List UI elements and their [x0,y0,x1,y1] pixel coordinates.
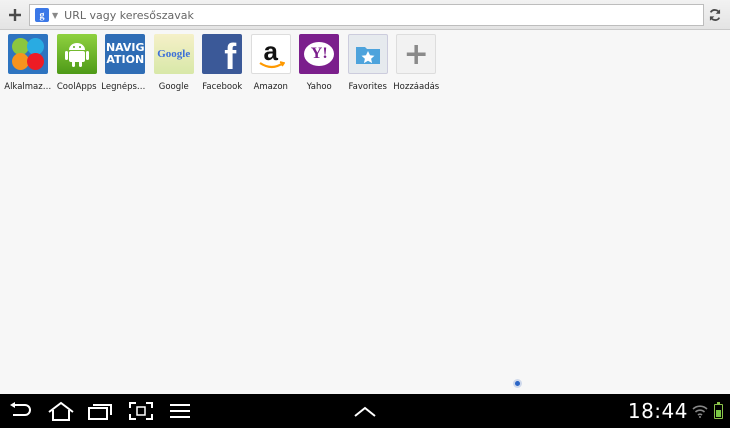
browser-toolbar: g ▼ [0,0,730,30]
speed-dial-label: Google [158,82,189,92]
system-navigation-bar: 18:44 [0,394,730,428]
chevron-down-icon[interactable]: ▼ [52,11,58,20]
add-icon: + [396,34,437,74]
favorites-star-icon [347,34,388,74]
speed-dial-label: Alkalmazá... [4,82,53,92]
speed-dial-label: Facebook [202,82,243,92]
speed-dial-apps[interactable]: Alkalmazá... [4,34,53,92]
back-icon[interactable] [6,400,34,422]
speed-dial-favorites[interactable]: Favorites [344,34,393,92]
facebook-logo-text: f [224,36,237,75]
wifi-icon [692,403,708,422]
speed-dial-label: Hozzáadás [393,82,440,92]
url-bar[interactable]: g ▼ [29,4,704,26]
navigation-icon-text: NAVIG ATION [105,41,145,66]
speed-dial-facebook[interactable]: f Facebook [198,34,247,92]
screenshot-icon[interactable] [128,400,154,422]
speed-dial-navigation[interactable]: NAVIG ATION Legnépsz... [101,34,150,92]
apps-flower-icon [8,34,49,74]
speed-dial-coolapps[interactable]: CoolApps [53,34,102,92]
battery-icon [714,402,723,419]
yahoo-logo-text: Y! [304,42,335,66]
speed-dial-label: Yahoo [306,82,332,92]
reload-icon[interactable] [704,4,726,26]
speed-dial: Alkalmazá... CoolApps NAVIG ATION Legnép… [4,34,441,92]
navigation-icon: NAVIG ATION [105,34,146,74]
android-icon [56,34,97,74]
speed-dial-amazon[interactable]: a Amazon [247,34,296,92]
status-clock: 18:44 [627,399,688,423]
google-icon: Google [153,34,194,74]
google-logo-text: Google [157,48,191,60]
menu-icon[interactable] [168,400,192,422]
speed-dial-add[interactable]: + Hozzáadás [392,34,441,92]
add-icon-glyph: + [403,36,429,72]
amazon-icon: a [250,34,291,74]
speed-dial-google[interactable]: Google Google [150,34,199,92]
speed-dial-label: Favorites [348,82,387,92]
home-icon[interactable] [46,400,76,422]
recent-apps-icon[interactable] [86,400,114,422]
facebook-icon: f [202,34,243,75]
speed-dial-label: CoolApps [56,82,97,92]
speed-dial-label: Legnépsz... [101,82,150,92]
page-indicator-dot[interactable] [513,379,522,388]
yahoo-icon: Y! [299,34,340,74]
chevron-up-icon[interactable] [352,400,378,422]
speed-dial-yahoo[interactable]: Y! Yahoo [295,34,344,92]
speed-dial-label: Amazon [253,82,288,92]
url-input[interactable] [64,6,685,24]
plus-icon[interactable] [4,4,26,26]
google-icon[interactable]: g [35,8,49,22]
